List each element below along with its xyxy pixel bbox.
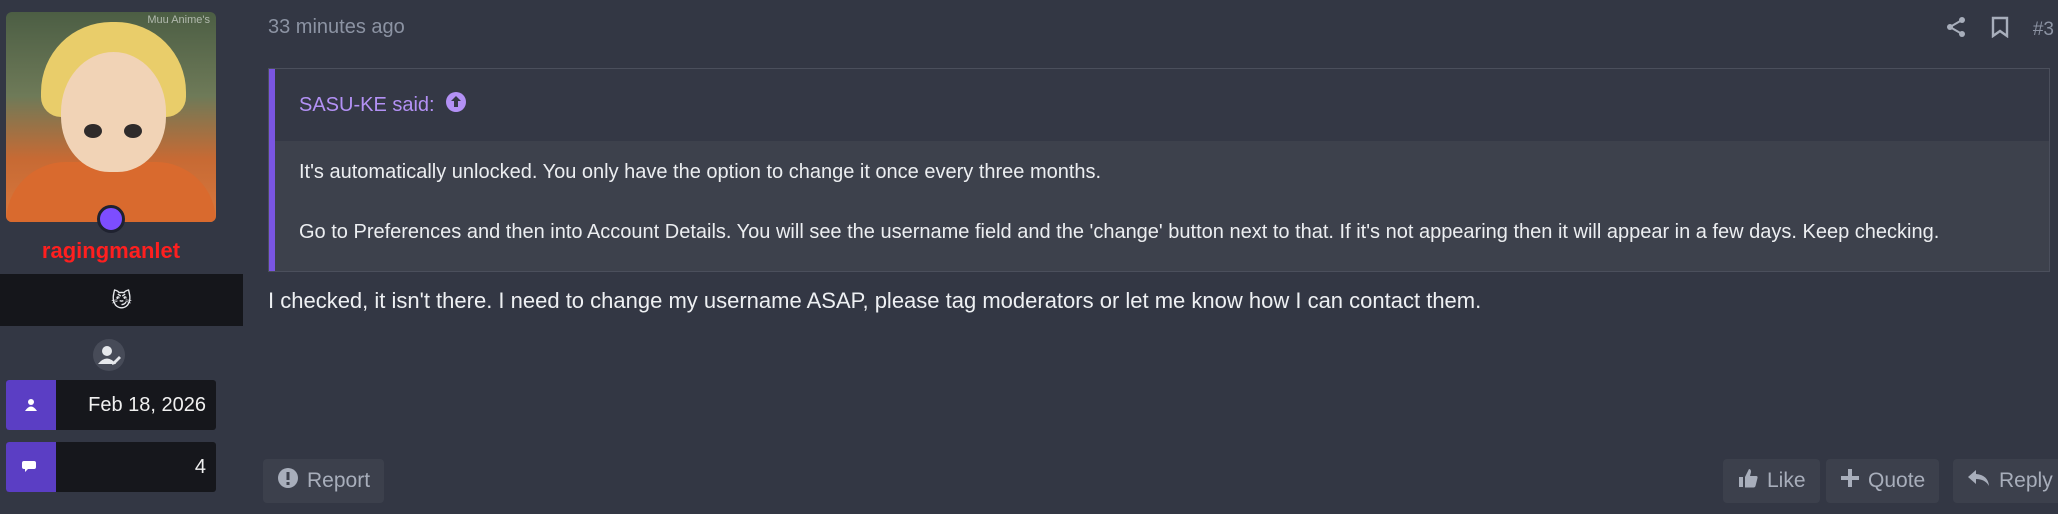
comments-icon — [6, 442, 56, 492]
message-count: 4 — [194, 455, 206, 478]
joined-date-row: Feb 18, 2026 — [6, 380, 216, 430]
exclamation-circle-icon — [277, 467, 299, 495]
user-title-emoji: 😼 — [0, 274, 243, 326]
post-top-actions: #3 — [1945, 16, 2054, 43]
post-timestamp[interactable]: 33 minutes ago — [268, 16, 405, 39]
like-button[interactable]: Like — [1723, 459, 1820, 503]
post-body-text: I checked, it isn't there. I need to cha… — [268, 288, 1482, 313]
report-button[interactable]: Report — [263, 459, 385, 503]
arrow-up-circle-icon[interactable] — [445, 91, 467, 119]
user-avatar[interactable]: Muu Anime's — [6, 12, 216, 222]
reply-icon — [1967, 468, 1991, 494]
avatar-watermark: Muu Anime's — [147, 14, 210, 26]
online-status-dot — [97, 205, 125, 233]
share-icon[interactable] — [1945, 16, 1967, 43]
quote-button[interactable]: Quote — [1826, 459, 1940, 503]
joined-date: Feb 18, 2026 — [88, 393, 206, 416]
quote-line: It's automatically unlocked. You only ha… — [299, 161, 1102, 183]
user-icon — [6, 380, 56, 430]
user-info-panel: Muu Anime's ragingmanlet 😼 Feb 18, 2026 … — [0, 0, 245, 514]
quote-body: It's automatically unlocked. You only ha… — [275, 141, 2049, 271]
quote-line: Go to Preferences and then into Account … — [299, 221, 1940, 243]
bookmark-icon[interactable] — [1991, 16, 2009, 43]
plus-icon — [1840, 468, 1860, 494]
user-edit-icon — [92, 338, 126, 372]
message-count-row: 4 — [6, 442, 216, 492]
thumbs-up-icon — [1737, 467, 1759, 495]
username[interactable]: ragingmanlet — [0, 238, 222, 264]
post-number[interactable]: #3 — [2033, 19, 2054, 41]
quote-header: SASU-KE said: — [275, 69, 2049, 141]
quote-block: SASU-KE said: It's automatically unlocke… — [268, 68, 2050, 272]
reply-button[interactable]: Reply — [1953, 459, 2058, 503]
quote-author[interactable]: SASU-KE said: — [299, 94, 435, 117]
